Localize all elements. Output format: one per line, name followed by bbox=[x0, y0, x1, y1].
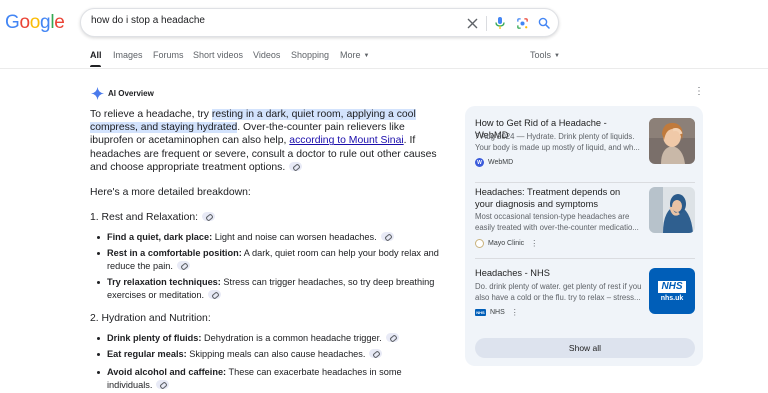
citation-link-icon[interactable] bbox=[289, 161, 303, 171]
bullet-label: Try relaxation techniques: bbox=[107, 277, 221, 287]
ai-overview-answer: To relieve a headache, try resting in a … bbox=[90, 108, 450, 174]
bullet-label: Eat regular meals: bbox=[107, 349, 187, 359]
source-card-webmd[interactable]: How to Get Rid of a Headache - WebMD 7 A… bbox=[475, 118, 695, 178]
answer-intro: To relieve a headache, try bbox=[90, 109, 212, 120]
nhs-favicon-icon: NHS bbox=[475, 309, 486, 316]
source-divider bbox=[475, 258, 695, 259]
microphone-icon[interactable] bbox=[492, 15, 508, 31]
logo-letter: g bbox=[40, 12, 51, 33]
citation-link-icon[interactable] bbox=[208, 289, 222, 299]
section-heading-text: 1. Rest and Relaxation: bbox=[90, 212, 199, 223]
chevron-down-icon: ▼ bbox=[554, 53, 560, 59]
bullet-label: Find a quiet, dark place: bbox=[107, 232, 213, 242]
bullet-text: Skipping meals can also cause headaches. bbox=[186, 349, 366, 359]
header-divider bbox=[0, 68, 768, 69]
logo-letter: e bbox=[54, 12, 65, 33]
source-site: Mayo Clinic bbox=[488, 240, 525, 247]
citation-link-icon[interactable] bbox=[380, 232, 394, 242]
more-options-icon[interactable]: ⋮ bbox=[530, 239, 538, 248]
bullet-label: Rest in a comfortable position: bbox=[107, 248, 242, 258]
more-options-icon[interactable]: ⋮ bbox=[694, 87, 704, 97]
webmd-thumbnail[interactable] bbox=[649, 118, 695, 164]
logo-letter: o bbox=[19, 12, 30, 33]
source-card-mayo-clinic[interactable]: Headaches: Treatment depends on your dia… bbox=[475, 187, 695, 253]
list-item: Try relaxation techniques: Stress can tr… bbox=[97, 276, 442, 301]
citation-link-icon[interactable] bbox=[202, 211, 216, 221]
source-snippet: Do. drink plenty of water. get plenty of… bbox=[475, 282, 642, 302]
source-site: WebMD bbox=[488, 159, 514, 166]
clear-icon[interactable] bbox=[464, 15, 480, 31]
source-title[interactable]: Headaches - NHS bbox=[475, 268, 640, 280]
nhs-logo-domain: nhs.uk bbox=[660, 294, 684, 302]
source-meta: NHS NHS ⋮ bbox=[475, 308, 519, 317]
active-tab-indicator bbox=[90, 65, 101, 67]
ai-overview-header: AI Overview bbox=[91, 87, 154, 100]
list-item: Drink plenty of fluids: Dehydration is a… bbox=[97, 332, 442, 345]
mount-sinai-link[interactable]: according to Mount Sinai bbox=[289, 135, 403, 146]
bullet-label: Avoid alcohol and caffeine: bbox=[107, 367, 227, 377]
source-meta: W WebMD bbox=[475, 158, 513, 167]
nhs-logo-text: NHS bbox=[658, 280, 686, 293]
tab-more[interactable]: More ▼ bbox=[340, 50, 369, 60]
tab-more-label: More bbox=[340, 50, 361, 60]
tab-all[interactable]: All bbox=[90, 50, 102, 60]
source-card-nhs[interactable]: Headaches - NHS Do. drink plenty of wate… bbox=[475, 268, 695, 328]
list-item: Eat regular meals: Skipping meals can al… bbox=[97, 348, 442, 361]
source-divider bbox=[475, 182, 695, 183]
citation-link-icon[interactable] bbox=[156, 379, 170, 389]
lens-camera-icon[interactable] bbox=[514, 15, 530, 31]
bullet-text: Light and noise can worsen headaches. bbox=[212, 232, 377, 242]
source-title[interactable]: Headaches: Treatment depends on your dia… bbox=[475, 187, 640, 210]
bullet-text: Dehydration is a common headache trigger… bbox=[201, 333, 382, 343]
citation-link-icon[interactable] bbox=[369, 349, 383, 359]
mayo-clinic-thumbnail[interactable] bbox=[649, 187, 695, 233]
google-logo[interactable]: Google bbox=[5, 12, 65, 34]
source-site: NHS bbox=[490, 309, 505, 316]
tab-forums[interactable]: Forums bbox=[153, 50, 184, 60]
search-box bbox=[80, 8, 559, 37]
ai-overview-title: AI Overview bbox=[108, 89, 154, 98]
list-item: Find a quiet, dark place: Light and nois… bbox=[97, 231, 442, 244]
webmd-favicon-icon: W bbox=[475, 158, 484, 167]
gemini-sparkle-icon bbox=[91, 87, 104, 100]
search-divider bbox=[486, 16, 487, 31]
breakdown-intro: Here's a more detailed breakdown: bbox=[90, 187, 251, 198]
section-heading: 2. Hydration and Nutrition: bbox=[90, 313, 211, 324]
source-meta: Mayo Clinic ⋮ bbox=[475, 239, 538, 248]
list-item: Avoid alcohol and caffeine: These can ex… bbox=[97, 366, 442, 391]
mayo-clinic-favicon-icon bbox=[475, 239, 484, 248]
chevron-down-icon: ▼ bbox=[363, 53, 370, 59]
tools-label: Tools bbox=[530, 50, 552, 60]
sources-panel: How to Get Rid of a Headache - WebMD 7 A… bbox=[465, 106, 703, 366]
nhs-logo-thumbnail[interactable]: NHS nhs.uk bbox=[649, 268, 695, 314]
section-heading: 1. Rest and Relaxation: bbox=[90, 211, 216, 223]
logo-letter: o bbox=[29, 12, 41, 33]
more-options-icon[interactable]: ⋮ bbox=[511, 308, 519, 317]
search-icon[interactable] bbox=[536, 15, 552, 31]
tab-shopping[interactable]: Shopping bbox=[291, 50, 329, 60]
logo-letter: G bbox=[5, 12, 20, 33]
citation-link-icon[interactable] bbox=[385, 333, 399, 343]
tools-button[interactable]: Tools ▼ bbox=[530, 50, 560, 60]
bullet-label: Drink plenty of fluids: bbox=[107, 333, 202, 343]
tab-videos[interactable]: Videos bbox=[253, 50, 280, 60]
source-snippet: Most occasional tension-type headaches a… bbox=[475, 212, 639, 232]
show-all-button[interactable]: Show all bbox=[475, 338, 695, 358]
section-heading-text: 2. Hydration and Nutrition: bbox=[90, 313, 211, 324]
search-input[interactable] bbox=[91, 15, 451, 26]
source-snippet: 7 Aug 2024 — Hydrate. Drink plenty of li… bbox=[475, 132, 640, 152]
list-item: Rest in a comfortable position: A dark, … bbox=[97, 247, 442, 272]
tab-images[interactable]: Images bbox=[113, 50, 143, 60]
tab-short-videos[interactable]: Short videos bbox=[193, 50, 243, 60]
citation-link-icon[interactable] bbox=[176, 260, 190, 270]
